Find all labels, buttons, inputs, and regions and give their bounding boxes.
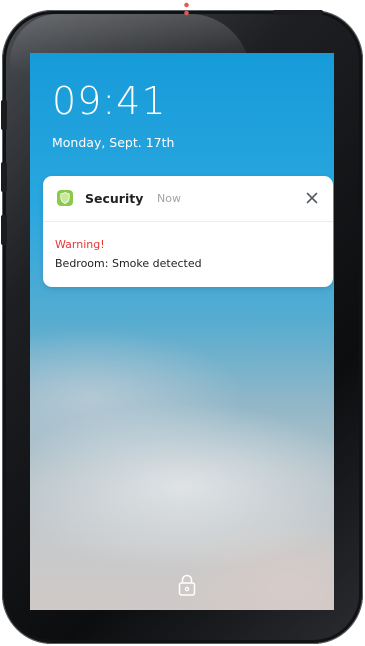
camera-indicator	[184, 2, 189, 20]
notification-close-button[interactable]	[301, 187, 323, 209]
notification-app-name: Security	[85, 191, 144, 206]
notification-title: Warning!	[55, 238, 105, 251]
notification-header: Security Now	[43, 176, 333, 222]
lock-screen: 09:41 Monday, Sept. 17th Security Now Wa…	[30, 53, 334, 610]
side-button-3	[1, 215, 7, 245]
security-notification[interactable]: Security Now Warning! Bedroom: Smoke det…	[43, 176, 333, 287]
lock-icon[interactable]	[176, 573, 198, 597]
clock-date: Monday, Sept. 17th	[52, 135, 175, 150]
shield-icon	[57, 190, 73, 206]
clock-time: 09:41	[52, 79, 167, 123]
side-button-2	[1, 162, 7, 192]
side-button-1	[1, 100, 7, 130]
notification-timestamp: Now	[157, 192, 181, 205]
close-icon	[306, 192, 318, 204]
notification-message: Bedroom: Smoke detected	[55, 257, 202, 270]
power-button	[273, 10, 323, 15]
